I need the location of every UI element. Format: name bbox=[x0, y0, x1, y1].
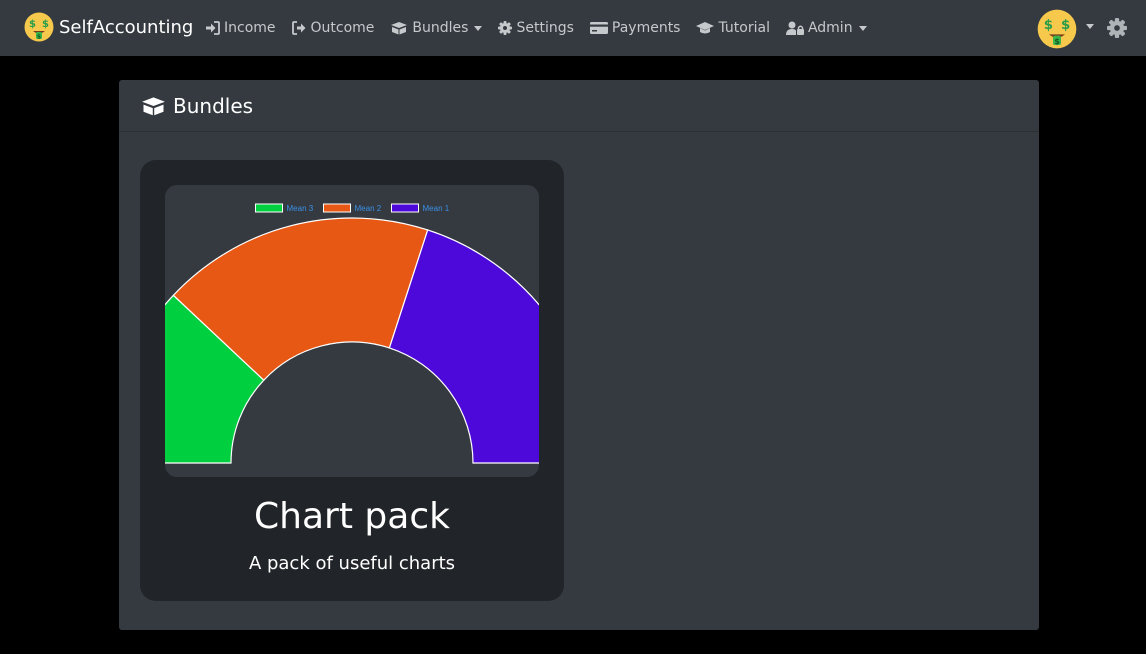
svg-text:$: $ bbox=[1054, 37, 1060, 46]
nav-bundles-label: Bundles bbox=[412, 20, 469, 36]
gear-icon bbox=[498, 21, 513, 35]
nav-settings[interactable]: Settings bbox=[498, 20, 574, 36]
svg-text:$: $ bbox=[37, 33, 41, 40]
nav-outcome-label: Outcome bbox=[310, 20, 375, 36]
legend-item[interactable]: Mean 3 bbox=[255, 203, 314, 213]
theme-settings-button[interactable] bbox=[1107, 18, 1127, 38]
svg-text:$: $ bbox=[42, 19, 49, 30]
nav-admin-label: Admin bbox=[807, 20, 853, 36]
bundle-title: Chart pack bbox=[254, 496, 450, 537]
legend-swatch bbox=[323, 203, 351, 213]
half-doughnut-chart: Mean 3 Mean 2 Mean 1 bbox=[165, 203, 539, 464]
svg-text:$: $ bbox=[1061, 18, 1070, 33]
bundles-card: Bundles Mean 3 Mean 2 Mean 1 Chart pack A … bbox=[119, 80, 1039, 630]
sign-in-icon bbox=[206, 21, 220, 35]
bundle-description: A pack of useful charts bbox=[248, 553, 456, 574]
nav-payments-label: Payments bbox=[611, 20, 681, 36]
legend-item[interactable]: Mean 1 bbox=[391, 203, 450, 213]
nav-income-label: Income bbox=[224, 20, 276, 36]
legend-label: Mean 2 bbox=[355, 204, 382, 213]
chevron-down-icon bbox=[474, 25, 483, 31]
nav-settings-label: Settings bbox=[516, 20, 574, 36]
boxes-icon bbox=[142, 96, 165, 115]
brand-name: SelfAccounting bbox=[59, 16, 194, 38]
page-title: Bundles bbox=[173, 93, 254, 118]
nav-tutorial[interactable]: Tutorial bbox=[696, 20, 770, 36]
nav-income[interactable]: Income bbox=[205, 20, 276, 36]
boxes-icon bbox=[391, 22, 408, 35]
nav-bundles[interactable]: Bundles bbox=[390, 20, 483, 36]
nav-tutorial-label: Tutorial bbox=[718, 20, 770, 36]
legend-label: Mean 1 bbox=[423, 204, 450, 213]
chevron-down-icon bbox=[858, 25, 867, 31]
brand-link[interactable]: $ $ $ SelfAccounting bbox=[24, 12, 193, 42]
bundle-tile-chart-pack[interactable]: Mean 3 Mean 2 Mean 1 Chart pack A pack of … bbox=[140, 160, 564, 601]
card-header: Bundles bbox=[119, 80, 1039, 132]
credit-card-icon bbox=[589, 22, 608, 34]
nav-outcome[interactable]: Outcome bbox=[291, 20, 375, 36]
legend-item[interactable]: Mean 2 bbox=[323, 203, 382, 213]
sign-out-icon bbox=[291, 21, 306, 35]
nav-payments[interactable]: Payments bbox=[589, 20, 681, 36]
navbar: $ $ $ SelfAccounting Income Outcome Bund… bbox=[0, 0, 1146, 56]
user-lock-icon bbox=[785, 21, 804, 35]
legend-swatch bbox=[255, 203, 283, 213]
gear-icon bbox=[1107, 18, 1127, 38]
svg-text:$: $ bbox=[1044, 18, 1053, 33]
nav-items: Income Outcome Bundles Settings Payments… bbox=[205, 0, 883, 56]
money-face-icon: $ $ $ bbox=[24, 12, 54, 42]
user-menu-button[interactable]: $ $ $ bbox=[1037, 9, 1094, 49]
legend-label: Mean 3 bbox=[287, 204, 314, 213]
svg-text:$: $ bbox=[29, 19, 36, 30]
nav-admin[interactable]: Admin bbox=[785, 20, 867, 36]
chart-preview: Mean 3 Mean 2 Mean 1 bbox=[165, 185, 539, 477]
legend-swatch bbox=[391, 203, 419, 213]
avatar: $ $ $ bbox=[1037, 9, 1077, 49]
chevron-down-icon bbox=[1086, 23, 1094, 29]
graduation-cap-icon bbox=[696, 22, 715, 34]
